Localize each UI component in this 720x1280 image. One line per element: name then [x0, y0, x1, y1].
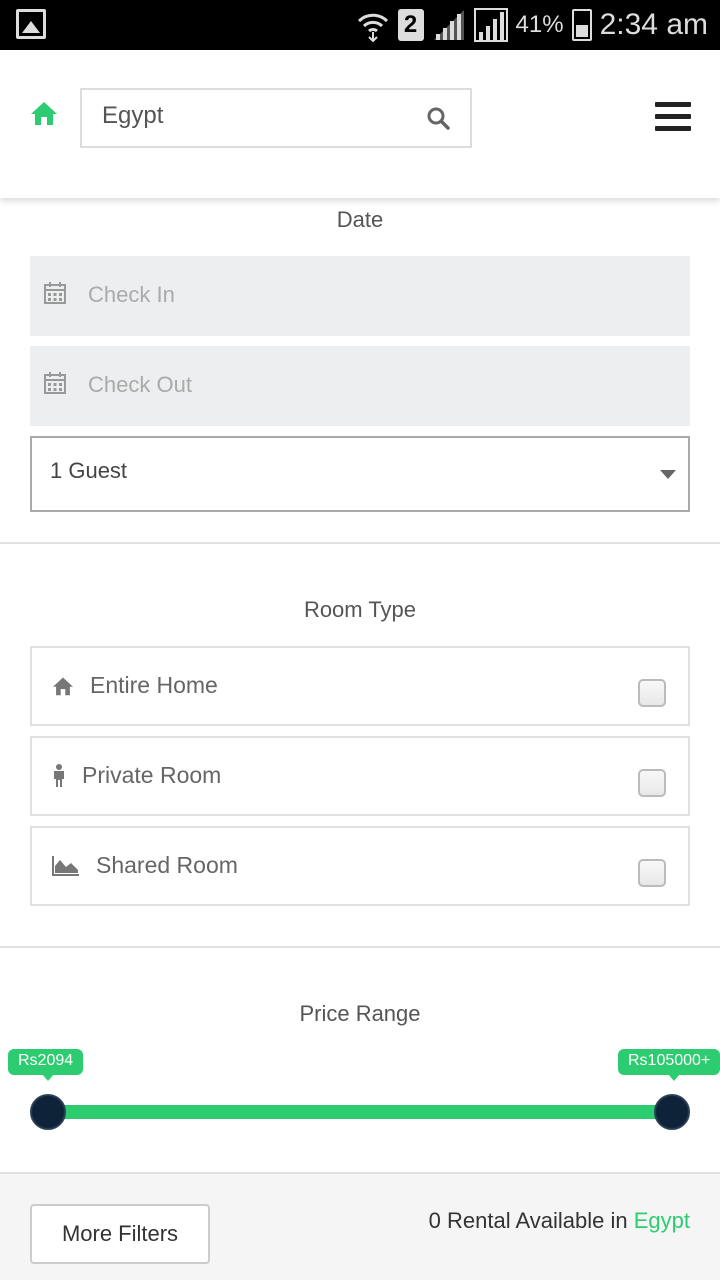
divider [0, 946, 720, 948]
price-max-label: Rs105000+ [618, 1049, 720, 1081]
more-filters-button[interactable]: More Filters [30, 1204, 210, 1264]
room-option-label: Private Room [82, 762, 222, 788]
hamburger-menu-icon[interactable] [655, 102, 691, 132]
calendar-icon [44, 282, 66, 304]
search-box[interactable]: Egypt [80, 88, 472, 148]
availability-count: 0 Rental Available in [428, 1208, 628, 1233]
battery-percent: 41% [515, 11, 564, 38]
wifi-icon [357, 13, 388, 42]
price-max-handle[interactable] [654, 1094, 690, 1130]
status-bar: 2 41% 2:34 am [0, 0, 720, 50]
footer-bar: More Filters 0 Rental Available in Egypt [0, 1172, 720, 1280]
price-min-label: Rs2094 [8, 1049, 84, 1081]
availability-location[interactable]: Egypt [634, 1208, 690, 1233]
search-icon[interactable] [426, 106, 450, 130]
room-type-title: Room Type [303, 597, 417, 622]
date-section-title: Date [336, 207, 384, 232]
divider [0, 542, 720, 544]
area-chart-icon [52, 856, 79, 876]
search-input[interactable]: Egypt [102, 102, 163, 130]
gallery-notification-icon [16, 9, 46, 39]
person-icon [54, 764, 64, 787]
guests-select[interactable]: 1 Guest [30, 436, 690, 512]
signal-icon [433, 10, 464, 40]
room-option-label: Shared Room [96, 852, 238, 878]
price-range-track[interactable] [48, 1105, 672, 1119]
battery-icon [571, 9, 592, 41]
room-option-private-room[interactable]: Private Room [30, 736, 690, 816]
app-header: Egypt [0, 50, 720, 198]
room-option-entire-home[interactable]: Entire Home [30, 646, 690, 726]
guests-value: 1 Guest [50, 458, 128, 483]
chevron-down-icon [660, 470, 676, 479]
calendar-icon [44, 372, 66, 394]
entire-home-checkbox[interactable] [638, 679, 666, 707]
check-in-field[interactable]: Check In [30, 256, 690, 336]
room-option-label: Entire Home [90, 672, 218, 698]
check-out-placeholder: Check Out [88, 372, 192, 397]
check-in-placeholder: Check In [88, 282, 175, 307]
private-room-checkbox[interactable] [638, 769, 666, 797]
home-icon [53, 677, 73, 696]
check-out-field[interactable]: Check Out [30, 346, 690, 426]
price-range-title: Price Range [299, 1001, 421, 1026]
sim-indicator: 2 [397, 9, 424, 41]
availability-text: 0 Rental Available in Egypt [429, 1208, 690, 1234]
price-min-handle[interactable] [30, 1094, 66, 1130]
shared-room-checkbox[interactable] [638, 859, 666, 887]
home-icon[interactable] [30, 100, 58, 126]
clock: 2:34 am [599, 8, 708, 41]
room-option-shared-room[interactable]: Shared Room [30, 826, 690, 906]
signal-icon-2 [473, 8, 508, 42]
